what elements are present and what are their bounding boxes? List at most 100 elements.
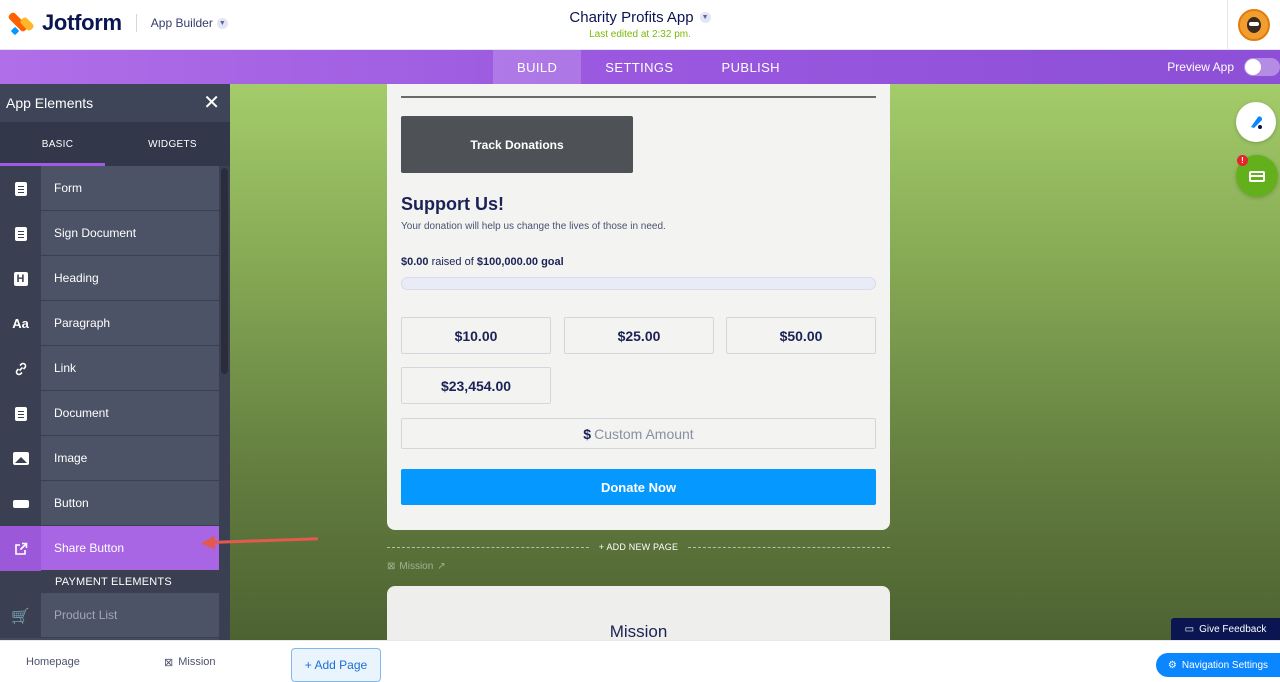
divider	[401, 96, 876, 98]
amount-option-23454[interactable]: $23,454.00	[401, 367, 551, 404]
page-tab-homepage[interactable]: Homepage	[26, 641, 80, 682]
app-page-homepage: Track Donations Support Us! Your donatio…	[387, 84, 890, 530]
goal-amount: $100,000.00	[476, 256, 539, 268]
dashed-line	[688, 546, 890, 548]
page-icon: ⊠	[164, 656, 174, 669]
tab-publish[interactable]: PUBLISH	[698, 50, 804, 84]
track-donations-button[interactable]: Track Donations	[401, 116, 633, 173]
add-page-button[interactable]: + Add Page	[291, 648, 381, 682]
page-navigation-bar: Homepage ⊠ Mission + Add Page ⚙ Navigatio…	[0, 640, 1280, 682]
amount-option-50[interactable]: $50.00	[726, 317, 876, 354]
element-sign-document[interactable]: Sign Document	[0, 211, 219, 256]
app-designer-button[interactable]	[1236, 102, 1276, 142]
donation-progress-bar	[401, 277, 876, 290]
tab-basic[interactable]: BASIC	[0, 122, 115, 166]
link-icon	[0, 346, 41, 391]
feedback-icon: ▭	[1184, 623, 1195, 635]
support-heading: Support Us!	[401, 194, 504, 214]
credit-card-icon	[1249, 170, 1265, 182]
payment-elements-header: PAYMENT ELEMENTS	[0, 571, 219, 593]
support-subtitle: Your donation will help us change the li…	[401, 221, 666, 232]
custom-amount-input[interactable]: $ Custom Amount	[401, 418, 876, 449]
custom-amount-placeholder: Custom Amount	[594, 425, 694, 442]
app-elements-panel: App Elements ✕ BASIC WIDGETS Form Sign D…	[0, 84, 230, 640]
currency-symbol: $	[583, 425, 592, 442]
element-heading[interactable]: H Heading	[0, 256, 219, 301]
last-edited-status: Last edited at 2:32 pm.	[589, 29, 691, 40]
alert-badge-icon: !	[1237, 155, 1248, 166]
scroll-thumb[interactable]	[221, 168, 228, 374]
image-icon	[0, 436, 41, 481]
tab-widgets[interactable]: WIDGETS	[115, 122, 230, 166]
button-icon	[0, 481, 41, 526]
app-title-area: Charity Profits App ▼ Last edited at 2:3…	[0, 9, 1280, 40]
add-new-page-divider[interactable]: + ADD NEW PAGE	[387, 540, 890, 554]
panel-tabs: BASIC WIDGETS	[0, 122, 230, 166]
panel-title: App Elements	[6, 95, 94, 111]
add-new-page-link[interactable]: + ADD NEW PAGE	[589, 542, 688, 552]
page-tab-label: Homepage	[26, 656, 80, 668]
navigation-settings-label: Navigation Settings	[1181, 659, 1269, 671]
dashed-line	[387, 546, 589, 548]
avatar	[1238, 9, 1270, 41]
app-title: Charity Profits App	[569, 9, 694, 26]
document-icon	[0, 391, 41, 436]
raised-goal-text: $0.00 raised of $100,000.00 goal	[401, 256, 564, 268]
element-label: Document	[41, 391, 219, 435]
toggle-knob	[1245, 59, 1261, 75]
mission-heading: Mission	[609, 622, 668, 641]
panel-scrollbar[interactable]	[219, 166, 230, 640]
navigation-settings-button[interactable]: ⚙ Navigation Settings	[1156, 653, 1280, 677]
mission-tag-label: Mission	[399, 561, 434, 572]
give-feedback-button[interactable]: ▭ Give Feedback	[1171, 618, 1280, 640]
panel-header: App Elements ✕	[0, 84, 230, 122]
element-product-list[interactable]: 🛒 Product List	[0, 593, 219, 638]
brush-icon	[1251, 116, 1262, 129]
tab-settings[interactable]: SETTINGS	[581, 50, 697, 84]
element-paragraph[interactable]: Aa Paragraph	[0, 301, 219, 346]
paragraph-icon: Aa	[0, 301, 41, 346]
app-title-dropdown[interactable]: Charity Profits App ▼	[569, 9, 711, 26]
external-link-icon: ↗	[437, 561, 446, 572]
preview-app-label: Preview App	[1167, 60, 1234, 74]
user-avatar-button[interactable]	[1227, 0, 1280, 50]
close-icon[interactable]: ✕	[203, 93, 220, 113]
app-page-mission: Mission	[387, 586, 890, 641]
element-button[interactable]: Button	[0, 481, 219, 526]
element-label: Image	[41, 436, 219, 480]
page-tab-mission[interactable]: ⊠ Mission	[164, 641, 216, 682]
goal-suffix: goal	[538, 256, 564, 268]
page-tab-label: Mission	[178, 656, 216, 668]
cart-icon: 🛒	[0, 593, 41, 638]
element-link[interactable]: Link	[0, 346, 219, 391]
amount-option-25[interactable]: $25.00	[564, 317, 714, 354]
raised-amount: $0.00	[401, 256, 429, 268]
page-icon: ⊠	[387, 561, 396, 572]
element-share-button[interactable]: Share Button	[0, 526, 219, 571]
preview-app-toggle[interactable]	[1244, 58, 1280, 76]
element-list: Form Sign Document H Heading Aa Paragrap…	[0, 166, 219, 638]
element-label: Product List	[41, 593, 219, 637]
heading-icon: H	[0, 256, 41, 301]
element-image[interactable]: Image	[0, 436, 219, 481]
form-icon	[0, 166, 41, 211]
mission-page-tag[interactable]: ⊠ Mission ↗	[387, 561, 446, 572]
builder-tabs: BUILD SETTINGS PUBLISH	[493, 50, 804, 84]
gear-icon: ⚙	[1167, 659, 1177, 671]
amount-option-10[interactable]: $10.00	[401, 317, 551, 354]
element-label: Paragraph	[41, 301, 219, 345]
share-icon	[0, 526, 41, 571]
builder-nav-bar: BUILD SETTINGS PUBLISH Preview App	[0, 50, 1280, 84]
preview-app-control: Preview App	[1167, 50, 1280, 84]
element-label: Heading	[41, 256, 219, 300]
element-document[interactable]: Document	[0, 391, 219, 436]
element-form[interactable]: Form	[0, 166, 219, 211]
annotation-arrow-head	[200, 535, 216, 551]
element-label: Button	[41, 481, 219, 525]
donate-now-button[interactable]: Donate Now	[401, 469, 876, 505]
tab-build[interactable]: BUILD	[493, 50, 582, 84]
element-label: Form	[41, 166, 219, 210]
raised-connector: raised of	[428, 256, 477, 268]
give-feedback-label: Give Feedback	[1199, 623, 1267, 635]
chevron-down-icon: ▼	[699, 12, 711, 23]
